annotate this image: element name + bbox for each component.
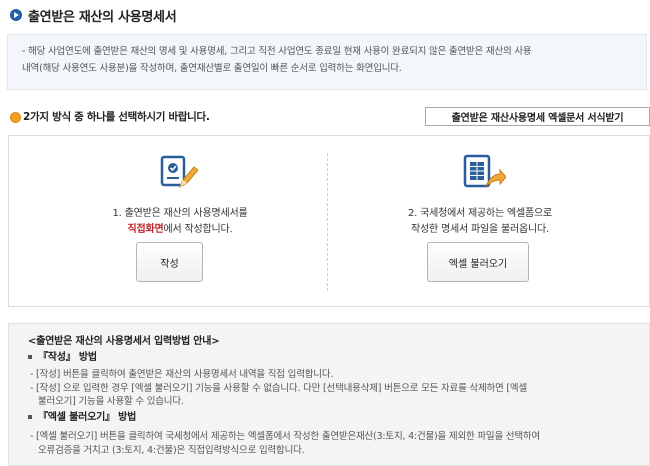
guide-section2-label: 『엑셀 불러오기』 방법 xyxy=(38,412,137,423)
guide-section1-line: - [작성] 버튼을 클릭하여 출연받은 재산의 사용명세서 내역을 직접 입력… xyxy=(30,369,334,380)
option1-text-line2: 직접화면에서 작성합니다. xyxy=(70,220,290,235)
info-text: - 해당 사업연도에 출연받은 재산의 명세 및 사용명세, 그리고 직전 사업… xyxy=(22,43,636,77)
options-divider xyxy=(327,153,328,291)
excel-import-button[interactable]: 엑셀 불러오기 xyxy=(427,242,529,282)
page-title: 출연받은 재산의 사용명세서 xyxy=(28,10,177,25)
option1-text-line2-rest: 에서 작성합니다. xyxy=(163,224,233,235)
guide-section2-line: - [엑셀 불러오기] 버튼을 클릭하여 국세청에서 제공하는 엑셀폼에서 작성… xyxy=(30,431,540,442)
guide-section2-line: 오류검증을 거치고 (3:토지, 4:건물)은 직접입력방식으로 입력합니다. xyxy=(38,445,305,456)
write-button[interactable]: 작성 xyxy=(136,242,203,282)
guide-section1-line: 불러오기] 기능을 사용할 수 있습니다. xyxy=(38,396,184,407)
option2-text-line1: 2. 국세청에서 제공하는 엑셀폼으로 xyxy=(407,208,553,219)
bullet-icon xyxy=(28,355,32,359)
direct-screen-highlight: 직접화면 xyxy=(127,224,164,235)
guide-section1-title: 『작성』 방법 xyxy=(28,348,97,363)
document-pencil-icon xyxy=(160,155,198,189)
option2-text-line2: 작성한 명세서 파일을 불러옵니다. xyxy=(411,224,549,235)
bullet-icon xyxy=(28,415,32,419)
info-line-1: - 해당 사업연도에 출연받은 재산의 명세 및 사용명세, 그리고 직전 사업… xyxy=(22,46,532,57)
guide-title: <출연받은 재산의 사용명세서 입력방법 안내> xyxy=(28,336,220,347)
guide-section2-title: 『엑셀 불러오기』 방법 xyxy=(28,408,136,423)
spreadsheet-import-icon xyxy=(463,154,506,188)
section-bullet-icon xyxy=(10,9,22,21)
guide-section1-label: 『작성』 방법 xyxy=(38,352,97,363)
option1-text-line1: 1. 출연받은 재산의 사용명세서를 xyxy=(112,208,248,219)
download-excel-form-button[interactable]: 출연받은 재산사용명세 엑셀문서 서식받기 xyxy=(425,107,650,126)
choose-instruction: 2가지 방식 중 하나를 선택하시기 바랍니다. xyxy=(23,111,210,123)
info-line-2: 내역(해당 사용연도 사용분)을 작성하며, 출연재산별로 출연일이 빠른 순서… xyxy=(22,63,402,74)
guide-section1-line: - [작성] 으로 입력한 경우 [엑셀 불러오기] 기능을 사용할 수 없습니… xyxy=(30,383,527,394)
orange-dot-icon xyxy=(10,112,21,123)
